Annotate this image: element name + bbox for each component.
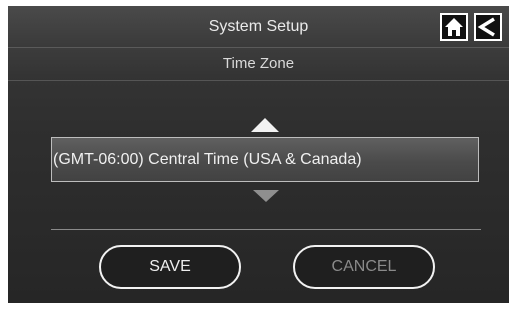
triangle-down-icon[interactable] — [253, 190, 279, 202]
page-subtitle: Time Zone — [222, 55, 295, 72]
title-bar: System Setup — [8, 6, 509, 48]
triangle-up-icon[interactable] — [251, 118, 279, 132]
home-button[interactable] — [440, 13, 468, 41]
home-icon — [445, 18, 463, 36]
back-button[interactable] — [474, 13, 502, 41]
divider — [51, 229, 481, 230]
subtitle-bar: Time Zone — [8, 48, 509, 81]
timezone-selector[interactable]: (GMT-06:00) Central Time (USA & Canada) — [51, 137, 479, 182]
cancel-button[interactable]: CANCEL — [293, 245, 435, 289]
device-screen: System Setup Time Zone (GMT-06:00) Centr… — [8, 6, 509, 303]
save-button[interactable]: SAVE — [99, 245, 241, 289]
back-arrow-icon — [477, 17, 495, 37]
page-title: System Setup — [208, 18, 309, 35]
timezone-value: (GMT-06:00) Central Time (USA & Canada) — [53, 151, 362, 168]
